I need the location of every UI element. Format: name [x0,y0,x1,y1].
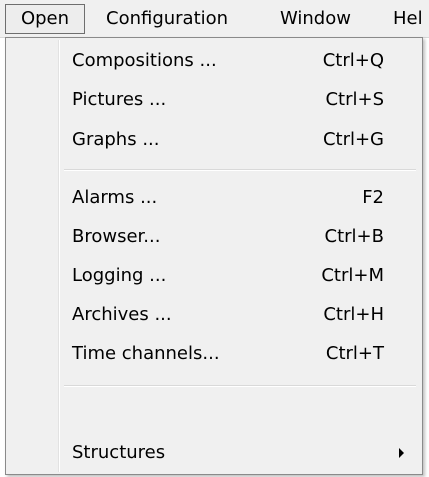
menu-help[interactable]: Hel [393,4,423,34]
menu-item-shortcut: Ctrl+G [322,129,384,150]
menu-item-label: Graphs ... [72,129,160,150]
menu-item-shortcut: Ctrl+T [325,343,384,364]
menu-item-label: Archives ... [72,304,172,325]
menu-item-browser[interactable]: Browser... Ctrl+B [9,218,419,256]
menu-item-archives[interactable]: Archives ... Ctrl+H [9,296,419,334]
menu-item-label: Browser... [72,226,161,247]
menu-item-shortcut: Ctrl+B [324,226,384,247]
menu-item-logging[interactable]: Logging ... Ctrl+M [9,257,419,295]
menu-item-alarms[interactable]: Alarms ... F2 [9,179,419,217]
menu-item-shortcut: Ctrl+S [325,89,384,110]
menu-item-label: Compositions ... [72,50,217,71]
open-menu-dropdown: Compositions ... Ctrl+Q Pictures ... Ctr… [5,37,423,475]
menu-item-label: Logging ... [72,265,167,286]
menu-item-compositions[interactable]: Compositions ... Ctrl+Q [9,42,419,80]
menu-bar: Open Configuration Window Hel [0,0,429,38]
menu-item-label: Structures [72,442,166,463]
menu-item-graphs[interactable]: Graphs ... Ctrl+G [9,121,419,159]
menu-item-shortcut: Ctrl+H [323,304,384,325]
menu-item-shortcut: Ctrl+M [321,265,384,286]
menu-item-time-channels[interactable]: Time channels... Ctrl+T [9,335,419,373]
menu-item-shortcut: F2 [362,187,384,208]
menu-window[interactable]: Window [280,4,351,34]
menu-separator [64,385,416,387]
menu-configuration[interactable]: Configuration [106,4,228,34]
menu-item-shortcut: Ctrl+Q [322,50,384,71]
menu-open[interactable]: Open [5,4,85,34]
menu-separator [64,169,416,171]
menu-item-label: Pictures ... [72,89,167,110]
menu-item-label: Time channels... [72,343,220,364]
menu-item-label: Alarms ... [72,187,158,208]
menu-item-pictures[interactable]: Pictures ... Ctrl+S [9,81,419,119]
menu-item-structures[interactable]: Structures [9,434,419,472]
chevron-right-icon [399,448,404,458]
